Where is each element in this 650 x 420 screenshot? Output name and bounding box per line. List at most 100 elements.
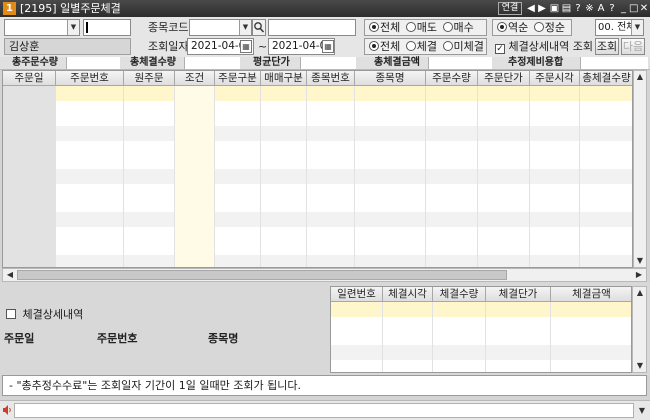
grid-column	[433, 302, 486, 372]
window-control-1[interactable]: ▶	[537, 2, 547, 15]
maximize-icon[interactable]: □	[629, 2, 638, 15]
scroll-up-icon[interactable]: ▲	[634, 287, 646, 299]
order-execution-grid[interactable]: 주문일 주문번호 원주문 조건 주문구분 매매구분 종목번호 종목명 주문수량 …	[2, 70, 633, 268]
chevron-down-icon[interactable]: ▼	[636, 405, 648, 417]
detail-stock-name-label: 종목명	[208, 332, 239, 345]
col-header-exec-amount[interactable]: 체결금액	[551, 287, 631, 302]
radio-icon	[369, 41, 379, 51]
date-range-separator: ~	[258, 40, 268, 53]
question-icon[interactable]: ?	[607, 2, 617, 15]
col-header-order-time[interactable]: 주문시각	[530, 71, 580, 86]
order-date-column	[3, 86, 56, 267]
detail-vertical-scrollbar[interactable]: ▲ ▼	[632, 286, 647, 373]
stock-name-field	[268, 19, 356, 36]
calendar-icon[interactable]: ▦	[240, 40, 252, 53]
account-select[interactable]: ▼	[4, 19, 80, 36]
stock-code-label: 종목코드	[148, 21, 189, 34]
col-header-stock-no[interactable]: 종목번호	[307, 71, 355, 86]
radio-exec-all[interactable]: 전체	[369, 40, 400, 53]
grid-column	[124, 86, 175, 267]
scroll-up-icon[interactable]: ▲	[634, 71, 646, 83]
calendar-icon[interactable]: ▦	[322, 40, 334, 53]
exec-status-radio-group: 전체 체결 미체결	[364, 38, 487, 55]
radio-icon	[405, 41, 416, 51]
total-order-qty-value	[66, 57, 120, 69]
speaker-icon[interactable]	[2, 404, 12, 416]
detail-order-no-label: 주문번호	[97, 332, 138, 345]
next-button[interactable]: 다음	[621, 38, 645, 55]
radio-icon	[369, 22, 379, 32]
radio-icon	[442, 22, 453, 32]
scroll-right-icon[interactable]: ▶	[633, 269, 645, 281]
query-toolbar: ▼ 종목코드 ▼ 전체 매도 매수 역순 정순 00. 전체 ▼ 김상훈 조회일…	[0, 17, 650, 57]
total-exec-amount-value	[428, 57, 492, 69]
radio-trade-all[interactable]: 전체	[369, 21, 400, 34]
scroll-thumb[interactable]	[17, 270, 507, 280]
font-size-icon[interactable]: A	[596, 2, 606, 15]
total-order-qty-label: 총주문수량	[12, 57, 58, 68]
radio-exec-unfilled[interactable]: 미체결	[442, 40, 484, 53]
search-icon[interactable]	[252, 19, 266, 36]
print-icon[interactable]: ▤	[561, 2, 572, 15]
account-owner-name: 김상훈	[4, 38, 131, 55]
title-bar: 1 [2195] 일별주문체결 연결 ◀ ▶ ▣ ▤ ? ※ A ? _ □ ✕	[0, 0, 650, 17]
settings-icon[interactable]: ※	[584, 2, 595, 15]
grid-horizontal-scrollbar[interactable]: ◀ ▶	[2, 268, 647, 282]
grid-column	[530, 86, 580, 267]
col-header-order-date[interactable]: 주문일	[3, 71, 56, 86]
grid-column	[426, 86, 478, 267]
col-header-order-price[interactable]: 주문단가	[478, 71, 530, 86]
grid-column	[331, 302, 383, 372]
total-exec-amount-label: 총체결금액	[374, 57, 420, 68]
query-button[interactable]: 조회	[595, 38, 619, 55]
col-header-orig-order[interactable]: 원주문	[124, 71, 175, 86]
radio-icon	[405, 22, 416, 32]
col-header-total-exec-qty[interactable]: 총체결수량	[580, 71, 632, 86]
scroll-left-icon[interactable]: ◀	[4, 269, 16, 281]
col-header-order-qty[interactable]: 주문수량	[426, 71, 478, 86]
screen-capture-icon[interactable]: ▣	[549, 2, 560, 15]
radio-trade-sell[interactable]: 매도	[405, 21, 437, 34]
detail-query-checkbox[interactable]: ✓ 체결상세내역 조회	[495, 38, 593, 55]
stock-code-input[interactable]: ▼	[189, 19, 252, 36]
market-select[interactable]: 00. 전체 ▼	[595, 19, 644, 36]
help-icon[interactable]: ?	[573, 2, 583, 15]
col-header-trade-type[interactable]: 매매구분	[261, 71, 307, 86]
grid-column	[307, 86, 355, 267]
grid-column	[478, 86, 530, 267]
chevron-down-icon[interactable]: ▼	[67, 20, 79, 35]
radio-exec-filled[interactable]: 체결	[405, 40, 437, 53]
close-icon[interactable]: ✕	[639, 2, 649, 15]
scroll-down-icon[interactable]: ▼	[634, 255, 646, 267]
execution-detail-grid[interactable]: 일련번호 체결시각 체결수량 체결단가 체결금액	[330, 286, 632, 373]
minimize-icon[interactable]: _	[619, 2, 628, 15]
radio-sort-desc[interactable]: 역순	[497, 21, 528, 34]
window-control-0[interactable]: ◀	[526, 2, 536, 15]
notice-text: - "총추정수수료"는 조회일자 기간이 1일 일때만 조회가 됩니다.	[2, 375, 647, 396]
col-header-order-type[interactable]: 주문구분	[215, 71, 261, 86]
detail-order-date-label: 주문일	[4, 332, 35, 345]
col-header-condition[interactable]: 조건	[175, 71, 215, 86]
radio-icon	[442, 41, 453, 51]
col-header-seq-no[interactable]: 일련번호	[331, 287, 383, 302]
detail-checkbox[interactable]: 체결상세내역	[6, 306, 83, 322]
chevron-down-icon[interactable]: ▼	[631, 20, 643, 35]
total-exec-qty-value	[184, 57, 240, 69]
col-header-exec-time[interactable]: 체결시각	[383, 287, 433, 302]
radio-sort-asc[interactable]: 정순	[533, 21, 565, 34]
radio-icon	[533, 22, 544, 32]
col-header-stock-name[interactable]: 종목명	[355, 71, 426, 86]
col-header-exec-qty[interactable]: 체결수량	[433, 287, 486, 302]
col-header-exec-price[interactable]: 체결단가	[486, 287, 551, 302]
grid-vertical-scrollbar[interactable]: ▲ ▼	[633, 70, 647, 268]
password-input[interactable]	[83, 19, 131, 36]
link-button[interactable]: 연결	[498, 2, 522, 15]
scroll-down-icon[interactable]: ▼	[634, 360, 646, 372]
grid-column	[383, 302, 433, 372]
chevron-down-icon[interactable]: ▼	[239, 20, 251, 35]
est-cost-label: 추정제비용합	[508, 57, 564, 68]
col-header-order-no[interactable]: 주문번호	[56, 71, 124, 86]
grid-column	[486, 302, 551, 372]
radio-trade-buy[interactable]: 매수	[442, 21, 474, 34]
market-select-value: 00. 전체	[598, 22, 636, 33]
